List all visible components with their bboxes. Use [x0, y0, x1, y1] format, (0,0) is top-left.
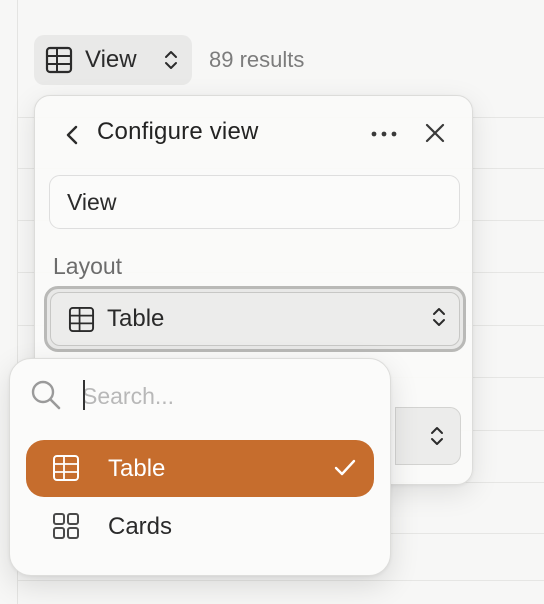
- panel-title: Configure view: [97, 118, 259, 145]
- layout-select[interactable]: Table: [44, 286, 466, 352]
- menu-option-label: Table: [108, 455, 166, 482]
- table-icon: [53, 455, 79, 481]
- grid-icon: [53, 513, 79, 539]
- layout-select-field: Table: [50, 292, 460, 346]
- chevron-updown-icon: [433, 308, 445, 326]
- layout-label: Layout: [53, 253, 123, 279]
- table-icon: [45, 46, 73, 74]
- chevron-updown-icon: [165, 51, 177, 69]
- table-row-divider: [18, 580, 544, 581]
- search-icon: [31, 380, 61, 410]
- chevron-updown-icon: [431, 427, 443, 445]
- chevron-left-icon[interactable]: [63, 124, 81, 146]
- text-cursor: [83, 380, 85, 410]
- view-name-input[interactable]: [49, 175, 460, 229]
- menu-option-label: Cards: [108, 513, 173, 540]
- stage: ​ View 89 results Configure view: [0, 0, 544, 604]
- layout-dropdown-menu: Table Cards: [9, 358, 391, 576]
- layout-search-input[interactable]: [82, 379, 362, 413]
- view-button[interactable]: View: [34, 35, 192, 85]
- table-icon: [68, 306, 95, 332]
- more-icon[interactable]: [369, 124, 399, 144]
- layout-select-value: Table: [107, 305, 165, 332]
- results-count: 89 results: [209, 47, 305, 72]
- checkmark-icon: [334, 459, 356, 476]
- secondary-select[interactable]: [395, 407, 461, 465]
- view-button-label: View: [85, 46, 137, 73]
- menu-option-cards[interactable]: Cards: [26, 498, 374, 555]
- menu-option-table[interactable]: Table: [26, 440, 374, 497]
- close-icon[interactable]: [424, 122, 446, 144]
